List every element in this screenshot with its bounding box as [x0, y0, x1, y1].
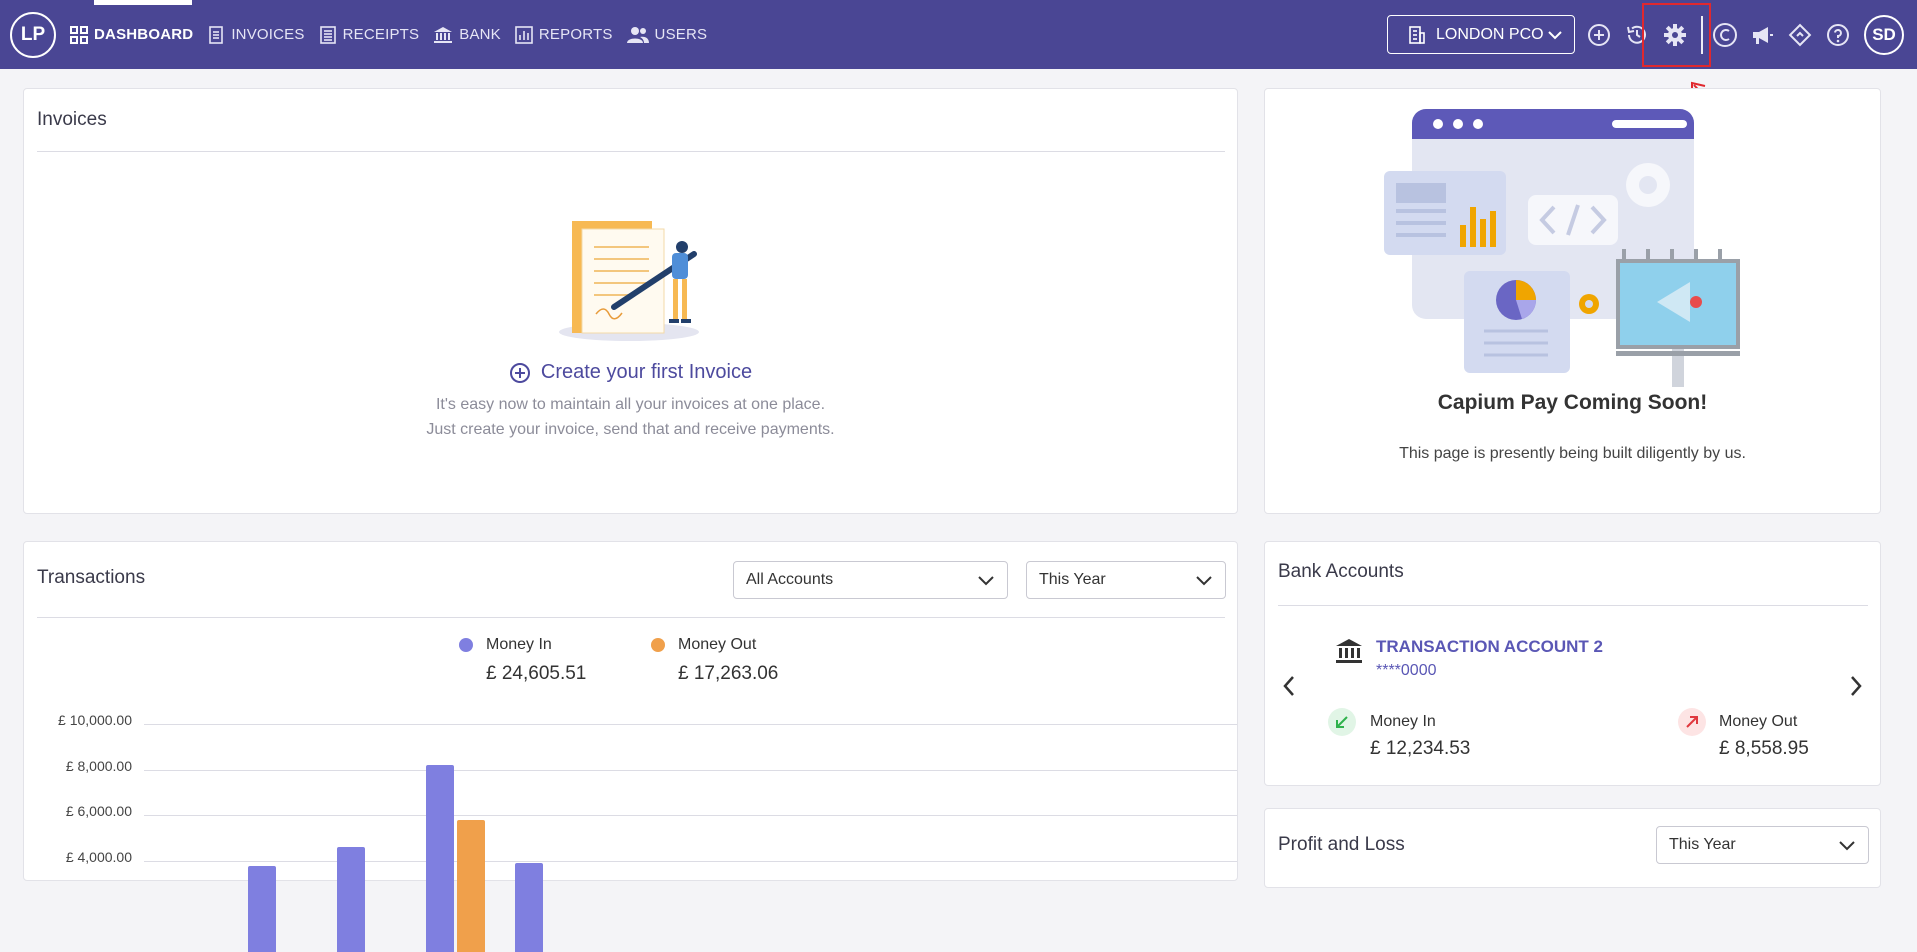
invoices-divider	[37, 151, 1225, 152]
money-in-bar[interactable]	[248, 865, 276, 952]
invoice-illustration	[559, 221, 699, 341]
money-out-arrow-icon	[1678, 708, 1706, 736]
transactions-card: Transactions All Accounts This Year Mone…	[23, 541, 1239, 952]
nav-receipts[interactable]: RECEIPTS	[319, 25, 420, 44]
nav-invoices-label: INVOICES	[231, 26, 305, 43]
company-logo[interactable]: LP	[10, 12, 56, 58]
capium-pay-title: Capium Pay Coming Soon!	[1437, 391, 1708, 414]
bank-accounts-card: Bank Accounts TRANSACTION ACCOUNT 2 ****…	[1264, 541, 1881, 786]
profit-loss-title: Profit and Loss	[1278, 834, 1405, 855]
create-invoice-link[interactable]: Create your first Invoice	[24, 361, 1237, 384]
nav-receipts-label: RECEIPTS	[342, 26, 420, 43]
highlight-box	[1642, 3, 1711, 67]
bank-icon	[434, 26, 453, 43]
bank-accounts-title: Bank Accounts	[1278, 561, 1404, 582]
bank-accounts-divider	[1278, 605, 1868, 606]
money-in-bar[interactable]	[515, 863, 543, 952]
nav-invoices[interactable]: INVOICES	[207, 25, 305, 44]
megaphone-icon[interactable]	[1749, 22, 1775, 48]
chevron-down-icon	[1548, 31, 1562, 40]
invoice-icon	[209, 25, 224, 44]
y-tick-label: £ 10,000.00	[58, 712, 132, 728]
nav-dashboard-label: DASHBOARD	[94, 26, 194, 43]
company-select[interactable]: LONDON PCO	[1387, 15, 1575, 54]
invoices-help-line1: It's easy now to maintain all your invoi…	[435, 396, 826, 413]
y-tick-label: £ 6,000.00	[65, 803, 132, 819]
chevron-left-icon[interactable]	[1282, 674, 1296, 698]
add-circle-icon	[509, 362, 530, 383]
user-avatar[interactable]: SD	[1864, 15, 1904, 55]
bank-icon	[1336, 639, 1362, 663]
profit-loss-card: Profit and Loss This Year	[1264, 808, 1881, 888]
chart-icon	[515, 25, 533, 44]
money-out-bar[interactable]	[457, 819, 485, 952]
invoices-title: Invoices	[37, 109, 107, 130]
receipt-icon	[319, 25, 336, 44]
gridline	[144, 815, 1237, 816]
create-invoice-label: Create your first Invoice	[540, 361, 753, 383]
bank-account-number: ****0000	[1376, 662, 1437, 679]
top-navbar: LP DASHBOARD INVOICES RECEIPTS BANK REPO…	[0, 0, 1917, 69]
capium-pay-subtitle: This page is presently being built dilig…	[1399, 445, 1746, 462]
y-tick-label: £ 8,000.00	[65, 758, 132, 774]
money-in-bar[interactable]	[337, 847, 365, 952]
company-select-label: LONDON PCO	[1436, 25, 1544, 43]
capium-logo-icon[interactable]	[1712, 22, 1738, 48]
bank-money-in-value: £ 12,234.53	[1370, 738, 1471, 759]
diamond-nav-icon[interactable]	[1787, 22, 1813, 48]
nav-reports-label: REPORTS	[538, 26, 613, 43]
nav-bank[interactable]: BANK	[433, 26, 501, 44]
chevron-down-icon	[1839, 841, 1855, 851]
nav-users[interactable]: USERS	[626, 26, 708, 44]
profit-loss-period-value: This Year	[1669, 836, 1736, 853]
capium-pay-illustration	[1384, 109, 1740, 387]
chevron-right-icon[interactable]	[1849, 674, 1863, 698]
bank-money-out-value: £ 8,558.95	[1719, 738, 1809, 759]
bank-account-name[interactable]: TRANSACTION ACCOUNT 2	[1376, 637, 1603, 657]
add-circle-icon[interactable]	[1586, 22, 1612, 48]
nav-dashboard[interactable]: DASHBOARD	[70, 25, 194, 44]
y-tick-label: £ 4,000.00	[65, 849, 132, 865]
profit-loss-period-select[interactable]: This Year	[1656, 826, 1869, 864]
nav-bank-label: BANK	[459, 26, 501, 43]
nav-reports[interactable]: REPORTS	[515, 25, 613, 44]
main-nav: DASHBOARD INVOICES RECEIPTS BANK REPORTS…	[70, 0, 721, 69]
transactions-chart: £ 10,000.00 £ 8,000.00 £ 6,000.00 £ 4,00…	[24, 542, 1239, 952]
bank-money-in-label: Money In	[1370, 713, 1436, 730]
nav-users-label: USERS	[654, 26, 708, 43]
invoices-help-line2: Just create your invoice, send that and …	[426, 421, 835, 438]
gridline	[144, 770, 1237, 771]
building-icon	[1409, 25, 1425, 44]
users-icon	[626, 26, 649, 43]
grid-icon	[70, 25, 88, 44]
money-in-arrow-icon	[1328, 708, 1356, 736]
help-icon[interactable]	[1825, 22, 1851, 48]
gridline	[144, 724, 1237, 725]
bank-money-out-label: Money Out	[1719, 713, 1798, 730]
gridline	[144, 861, 1237, 862]
capium-pay-card: Capium Pay Coming Soon! This page is pre…	[1264, 88, 1881, 514]
money-in-bar[interactable]	[426, 765, 454, 952]
invoices-card: Invoices Create your first Invoice It's …	[23, 88, 1238, 514]
